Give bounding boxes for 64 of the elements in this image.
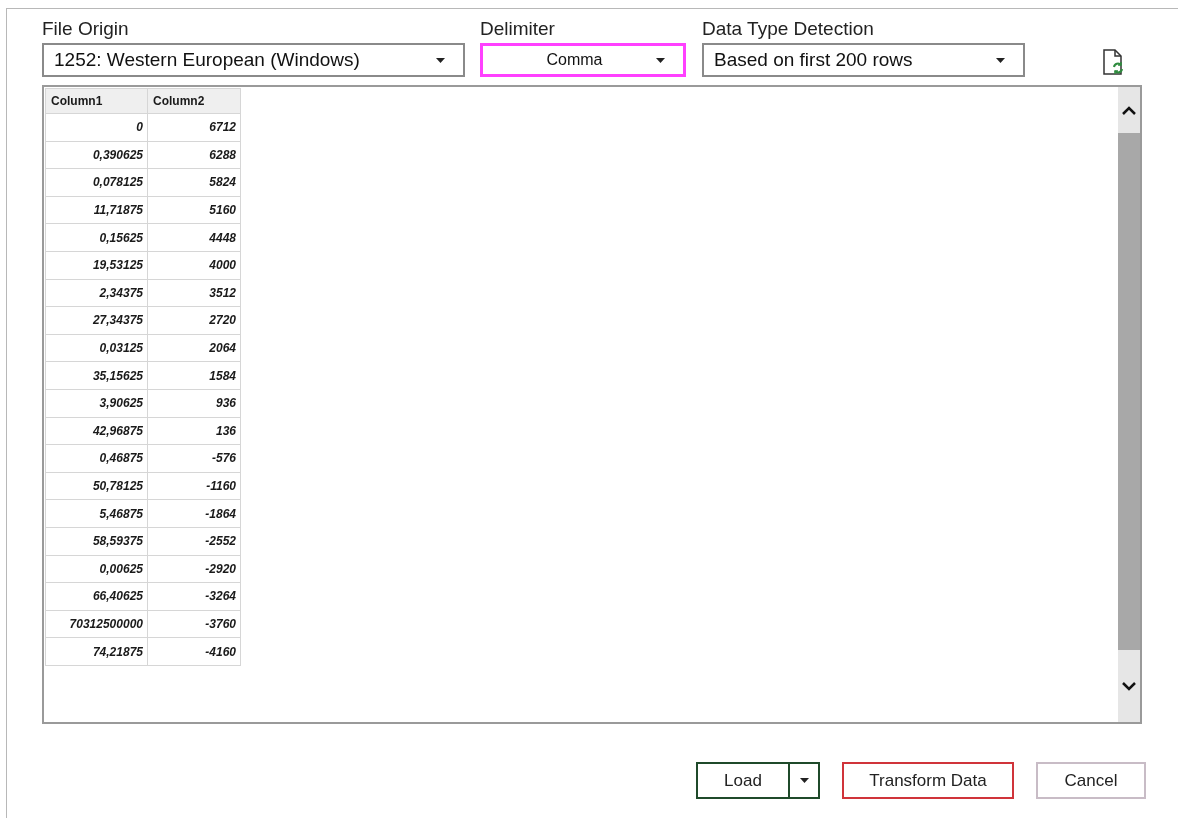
dropdown-value: Comma — [545, 50, 604, 70]
table-cell: 136 — [147, 417, 241, 445]
caret-icon — [799, 778, 809, 783]
caret-icon — [436, 57, 445, 63]
table-cell: 3,90625 — [45, 389, 148, 418]
table-cell: 0 — [45, 113, 148, 142]
table-cell: -2920 — [147, 555, 241, 583]
table-cell: 0,390625 — [45, 141, 148, 169]
scroll-down-icon[interactable] — [1122, 681, 1136, 691]
column-header[interactable]: Column2 — [147, 88, 241, 114]
scroll-up-icon[interactable] — [1122, 105, 1136, 115]
table-cell: 0,15625 — [45, 223, 148, 252]
table-cell: 0,078125 — [45, 168, 148, 197]
scrollbar-thumb[interactable] — [1118, 133, 1140, 650]
table-cell: -3264 — [147, 582, 241, 611]
table-cell: 0,00625 — [45, 555, 148, 583]
table-cell: 2,34375 — [45, 279, 148, 307]
dropdown-value: 1252: Western European (Windows) — [54, 47, 361, 72]
file-refresh-icon[interactable] — [1103, 49, 1123, 75]
table-cell: 58,59375 — [45, 527, 148, 555]
dropdown[interactable]: Comma — [480, 43, 686, 77]
table-cell: 4000 — [147, 251, 241, 280]
table-cell: 70312500000 — [45, 610, 148, 638]
caret-icon — [996, 57, 1005, 63]
dropdown-value: Based on first 200 rows — [714, 47, 914, 72]
dialog-button[interactable]: Transform Data — [842, 762, 1014, 799]
button-label[interactable]: Load — [698, 764, 788, 797]
table-cell: 50,78125 — [45, 472, 148, 500]
table-cell: 0,46875 — [45, 444, 148, 473]
table-cell: 0,03125 — [45, 334, 148, 362]
table-cell: -576 — [147, 444, 241, 473]
table-cell: 3512 — [147, 279, 241, 307]
caret-icon — [656, 57, 665, 63]
table-cell: 6712 — [147, 113, 241, 142]
table-cell: 74,21875 — [45, 637, 148, 666]
table-cell: 5,46875 — [45, 499, 148, 528]
table-cell: -4160 — [147, 637, 241, 666]
table-cell: 2064 — [147, 334, 241, 362]
table-cell: 19,53125 — [45, 251, 148, 280]
table-cell: 936 — [147, 389, 241, 418]
field-label: File Origin — [42, 18, 130, 40]
table-cell: 5824 — [147, 168, 241, 197]
table-cell: 66,40625 — [45, 582, 148, 611]
table-cell: -2552 — [147, 527, 241, 555]
dropdown[interactable]: Based on first 200 rows — [702, 43, 1025, 77]
table-cell: 2720 — [147, 306, 241, 335]
load-split-button[interactable]: Load — [696, 762, 820, 799]
field-label: Data Type Detection — [702, 18, 875, 40]
table-cell: -3760 — [147, 610, 241, 638]
table-cell: 42,96875 — [45, 417, 148, 445]
dialog-button[interactable]: Cancel — [1036, 762, 1146, 799]
table-cell: 27,34375 — [45, 306, 148, 335]
scrollbar[interactable] — [1118, 87, 1140, 722]
column-header[interactable]: Column1 — [45, 88, 148, 114]
table-cell: -1160 — [147, 472, 241, 500]
table-cell: 11,71875 — [45, 196, 148, 224]
table-cell: 4448 — [147, 223, 241, 252]
table-cell: 1584 — [147, 361, 241, 390]
table-cell: 6288 — [147, 141, 241, 169]
table-cell: 35,15625 — [45, 361, 148, 390]
table-cell: 5160 — [147, 196, 241, 224]
dropdown[interactable]: 1252: Western European (Windows) — [42, 43, 465, 77]
field-label: Delimiter — [480, 18, 556, 40]
table-cell: -1864 — [147, 499, 241, 528]
